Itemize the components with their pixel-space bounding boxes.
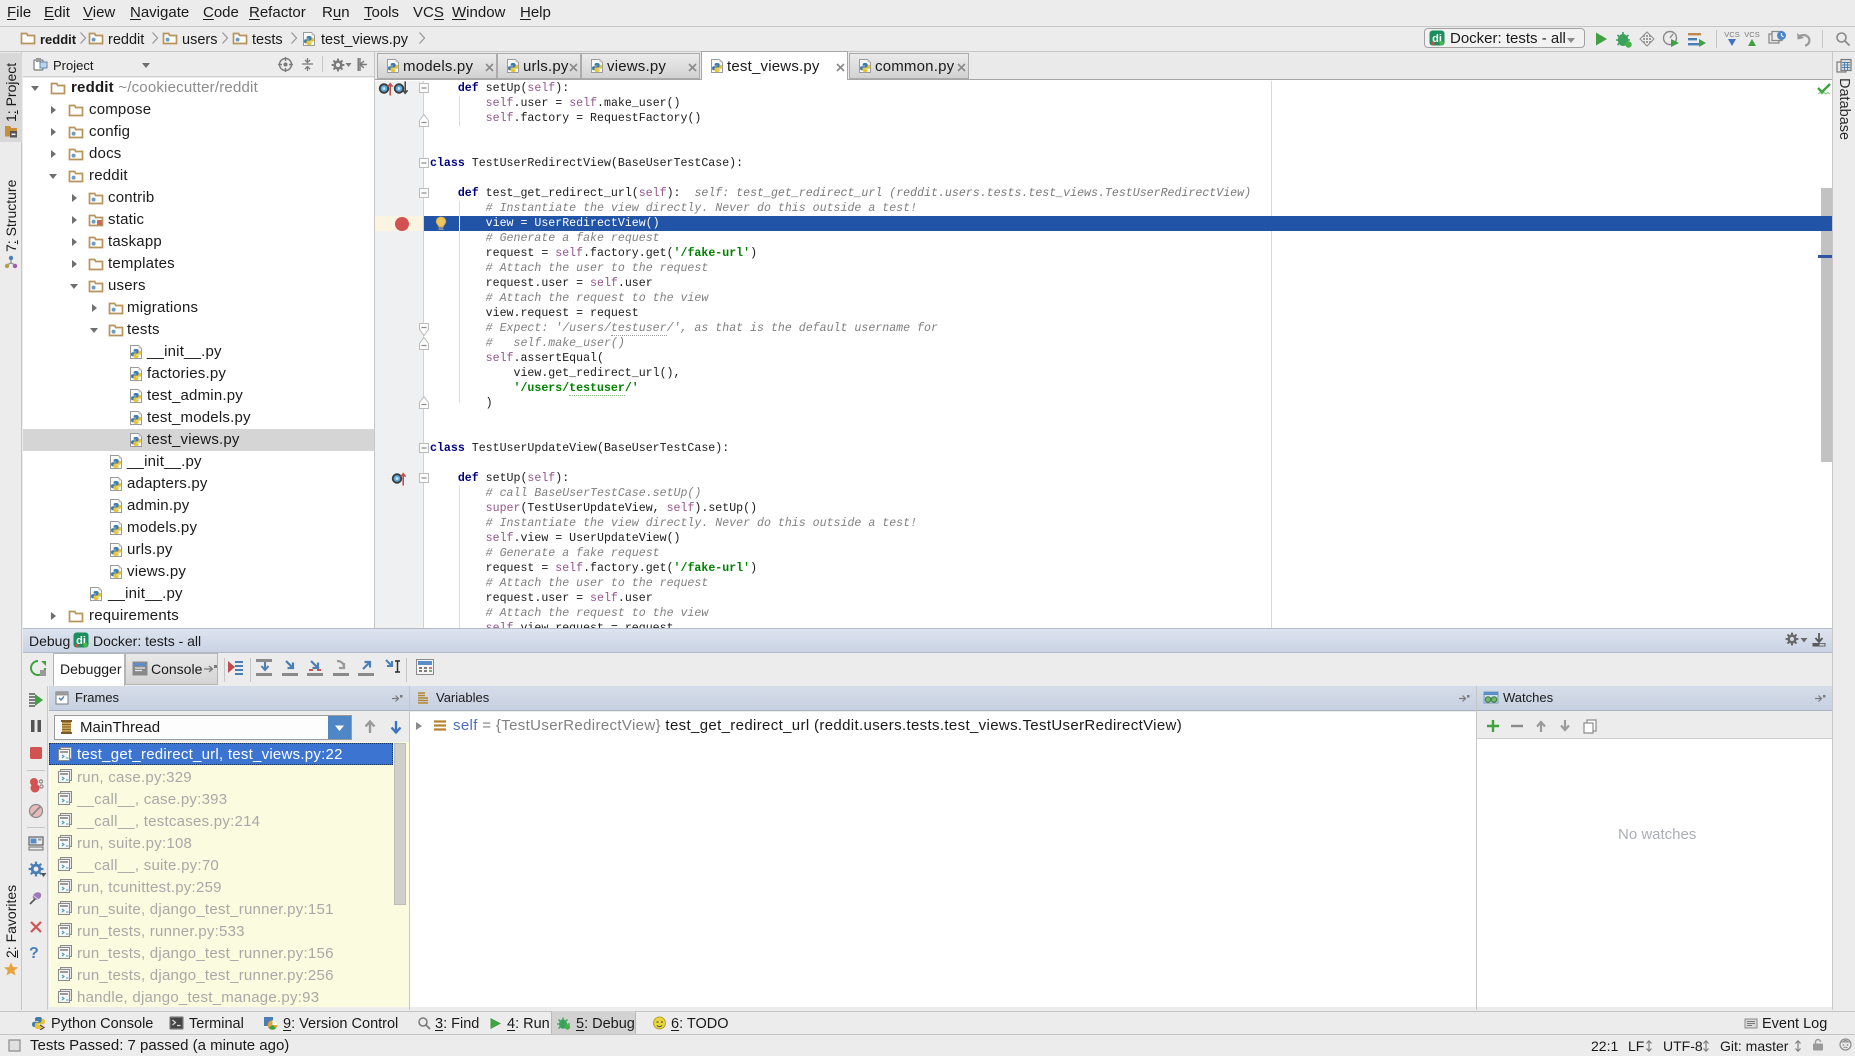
svg-text:VCS: VCS — [1724, 30, 1739, 39]
svg-text:VCS: VCS — [1744, 30, 1759, 39]
